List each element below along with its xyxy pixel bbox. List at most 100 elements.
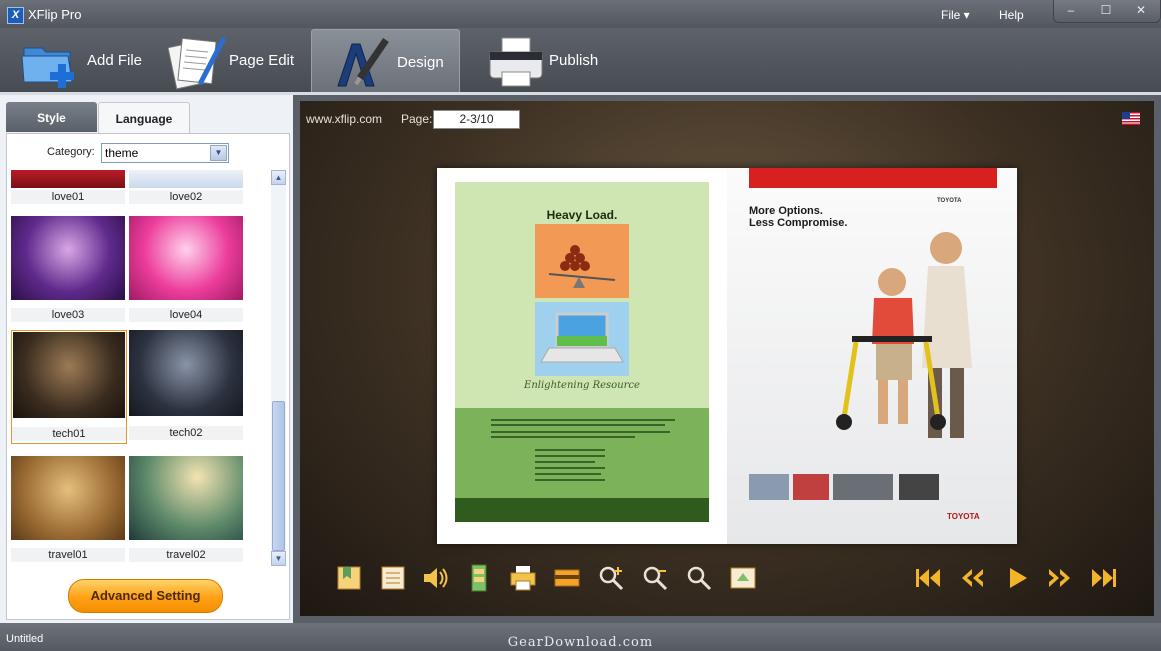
theme-travel02[interactable]: travel02: [129, 456, 243, 564]
print-icon[interactable]: [508, 563, 538, 593]
theme-thumbnail: [11, 216, 125, 300]
right-page[interactable]: TOYOTA More Options. Less Compromise. TO…: [727, 168, 1017, 544]
scroll-down-icon[interactable]: ▼: [271, 551, 286, 566]
theme-travel01[interactable]: travel01: [11, 456, 125, 564]
seesaw-icon: [548, 245, 616, 288]
theme-thumbnail: [129, 456, 243, 540]
theme-thumbnail: [13, 332, 125, 418]
window-controls: – ☐ ✕: [1053, 0, 1161, 23]
theme-love02[interactable]: love02: [129, 170, 243, 204]
page-label: Page:: [401, 112, 433, 126]
sound-icon[interactable]: [420, 563, 450, 593]
left-panel: Style Language Category: theme ▼ love01 …: [0, 95, 293, 623]
menu-help[interactable]: Help: [999, 8, 1024, 22]
heading-line1: More Options.: [749, 205, 823, 217]
theme-thumbnail: [129, 216, 243, 300]
first-page-icon[interactable]: [914, 563, 944, 593]
add-file-button[interactable]: Add File: [18, 28, 148, 90]
left-page-heading: Heavy Load.: [546, 208, 618, 222]
advanced-setting-button[interactable]: Advanced Setting: [68, 579, 223, 613]
play-icon[interactable]: [1002, 563, 1032, 593]
style-panel: Category: theme ▼ love01 love02 love03 l…: [6, 133, 290, 620]
page-number-input[interactable]: 2-3/10: [433, 110, 520, 129]
flipbook-controls: [300, 559, 1154, 616]
theme-scrollbar[interactable]: ▲ ▼: [271, 170, 286, 566]
theme-name: travel02: [129, 548, 243, 562]
flipbook-preview: www.xflip.com Page: 2-3/10 Heavy Load. E…: [300, 101, 1154, 616]
title-bar: X XFlip Pro File ▾ Help – ☐ ✕: [0, 0, 1161, 28]
thumbnails-icon[interactable]: [464, 563, 494, 593]
status-bar: Untitled GearDownload.com: [0, 623, 1161, 651]
menu-file[interactable]: File ▾: [941, 8, 970, 22]
theme-tech02[interactable]: tech02: [129, 330, 243, 442]
next-page-icon[interactable]: [1044, 563, 1074, 593]
download-icon[interactable]: [552, 563, 582, 593]
previous-page-icon[interactable]: [958, 563, 988, 593]
scroll-up-icon[interactable]: ▲: [271, 170, 286, 185]
balls-graphic: [535, 224, 629, 298]
search-icon[interactable]: [684, 563, 714, 593]
theme-name: love02: [129, 190, 243, 204]
main-toolbar: Add File Page Edit Design Publish: [0, 28, 1161, 92]
maximize-button[interactable]: ☐: [1089, 3, 1123, 17]
add-file-icon: [21, 47, 74, 88]
printer-icon: [489, 37, 543, 87]
ad-photo: [836, 232, 972, 438]
page-edit-label: Page Edit: [229, 52, 295, 69]
text-lines: [491, 419, 675, 481]
theme-tech01[interactable]: tech01: [11, 330, 127, 444]
theme-name: love03: [11, 308, 125, 322]
scrollbar-thumb[interactable]: [272, 401, 285, 551]
design-icon: [337, 38, 389, 87]
left-page-footer: [455, 498, 709, 522]
table-of-contents-icon[interactable]: [378, 563, 408, 593]
minimize-button[interactable]: –: [1054, 3, 1088, 17]
page-edit-icon: [168, 36, 227, 90]
close-button[interactable]: ✕: [1124, 3, 1158, 17]
us-flag-icon[interactable]: [1122, 112, 1140, 125]
design-button[interactable]: Design: [311, 29, 460, 92]
publish-button[interactable]: Publish: [486, 28, 606, 90]
theme-name: love01: [11, 190, 125, 204]
page-edit-button[interactable]: Page Edit: [168, 28, 308, 90]
category-select[interactable]: theme ▼: [101, 143, 229, 163]
fullscreen-icon[interactable]: [728, 563, 758, 593]
left-page[interactable]: Heavy Load. Enlightening Resource: [455, 182, 709, 522]
chevron-down-icon[interactable]: ▼: [210, 145, 227, 161]
last-page-icon[interactable]: [1088, 563, 1118, 593]
open-book[interactable]: Heavy Load. Enlightening Resource TOYOTA…: [437, 168, 1017, 544]
toyota-brand-tag: TOYOTA: [947, 512, 980, 521]
laptop-icon: [540, 312, 624, 363]
bookmark-icon[interactable]: [334, 563, 364, 593]
tab-language[interactable]: Language: [98, 102, 190, 133]
right-page-header-bar: [749, 168, 997, 188]
theme-thumbnail: [11, 456, 125, 540]
theme-love04[interactable]: love04: [129, 216, 243, 324]
theme-name: travel01: [11, 548, 125, 562]
publish-label: Publish: [549, 52, 599, 69]
theme-thumbnail: [129, 170, 243, 188]
theme-name: tech01: [12, 427, 126, 441]
preview-site-link[interactable]: www.xflip.com: [306, 112, 382, 126]
watermark: GearDownload.com: [507, 635, 654, 650]
tab-style[interactable]: Style: [6, 102, 97, 132]
theme-thumbnail: [11, 170, 125, 188]
app-logo-icon: X: [7, 7, 24, 24]
laptop-graphic: [535, 302, 629, 376]
category-label: Category:: [47, 146, 95, 158]
theme-name: love04: [129, 308, 243, 322]
zoom-in-icon[interactable]: [596, 563, 626, 593]
theme-name: tech02: [129, 426, 243, 440]
left-page-text-block: [455, 408, 709, 498]
left-page-script: Enlightening Resource: [524, 380, 640, 391]
app-title: XFlip Pro: [28, 7, 82, 22]
zoom-out-icon[interactable]: [640, 563, 670, 593]
add-file-label: Add File: [87, 52, 143, 69]
design-label: Design: [397, 54, 444, 71]
toyota-logo: TOYOTA: [937, 198, 962, 204]
theme-love01[interactable]: love01: [11, 170, 125, 204]
theme-thumbnail: [129, 330, 243, 416]
theme-list[interactable]: love01 love02 love03 love04 tech01 tech0…: [11, 170, 267, 566]
category-value: theme: [105, 146, 139, 160]
theme-love03[interactable]: love03: [11, 216, 125, 324]
